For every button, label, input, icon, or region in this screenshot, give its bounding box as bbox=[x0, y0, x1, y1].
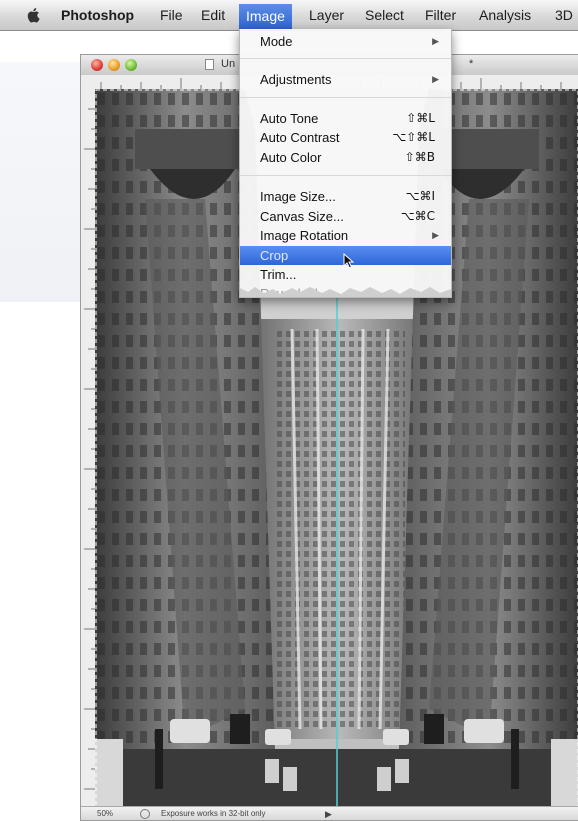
menu-bar: Photoshop File Edit Image Layer Select F… bbox=[0, 0, 578, 31]
menu-edit[interactable]: Edit bbox=[201, 7, 225, 27]
minimize-window-button[interactable] bbox=[108, 59, 120, 71]
triangle-right-icon: ▶ bbox=[432, 36, 439, 46]
menu-item-auto-color[interactable]: Auto Color ⇧⌘B bbox=[240, 148, 451, 167]
triangle-right-icon: ▶ bbox=[432, 230, 439, 240]
menu-item-shortcut: ⇧⌘B bbox=[404, 150, 435, 164]
vertical-ruler[interactable] bbox=[81, 89, 96, 810]
menu-item-auto-tone[interactable]: Auto Tone ⇧⌘L bbox=[240, 109, 451, 128]
menu-item-label: Adjustments bbox=[260, 72, 332, 87]
menu-item-shortcut: ⌥⇧⌘L bbox=[392, 130, 435, 144]
menu-item-adjustments[interactable]: Adjustments ▶ bbox=[240, 70, 451, 89]
menu-item-label: Mode bbox=[260, 34, 293, 49]
zoom-window-button[interactable] bbox=[125, 59, 137, 71]
arrow-cursor-icon bbox=[343, 253, 355, 269]
document-title: Un bbox=[221, 58, 236, 70]
menu-3d[interactable]: 3D bbox=[555, 7, 573, 27]
menu-item-mode[interactable]: Mode ▶ bbox=[240, 32, 451, 51]
menu-item-label: Auto Tone bbox=[260, 111, 319, 126]
document-icon bbox=[205, 59, 214, 70]
menu-separator bbox=[240, 175, 451, 176]
menu-separator bbox=[240, 58, 451, 59]
menu-analysis[interactable]: Analysis bbox=[479, 7, 531, 27]
menu-item-label: Auto Contrast bbox=[260, 130, 340, 145]
document-modified-indicator: * bbox=[469, 58, 474, 70]
ruler-ticks-left bbox=[84, 108, 95, 790]
info-circle-icon[interactable] bbox=[140, 809, 150, 819]
menu-image[interactable]: Image bbox=[239, 4, 292, 29]
menu-select[interactable]: Select bbox=[365, 7, 404, 27]
menu-layer[interactable]: Layer bbox=[309, 7, 344, 27]
triangle-right-icon: ▶ bbox=[432, 74, 439, 84]
menu-filter[interactable]: Filter bbox=[425, 7, 456, 27]
menu-item-shortcut: ⌥⌘C bbox=[400, 209, 435, 223]
close-window-button[interactable] bbox=[91, 59, 103, 71]
menu-item-shortcut: ⇧⌘L bbox=[406, 111, 435, 125]
menu-item-image-rotation[interactable]: Image Rotation ▶ bbox=[240, 226, 451, 245]
menu-item-label: Image Rotation bbox=[260, 228, 349, 243]
zoom-level[interactable]: 50% bbox=[97, 807, 113, 820]
menu-item-auto-contrast[interactable]: Auto Contrast ⌥⇧⌘L bbox=[240, 128, 451, 147]
apple-logo-icon[interactable] bbox=[26, 6, 42, 24]
menu-item-image-size[interactable]: Image Size... ⌥⌘I bbox=[240, 187, 451, 206]
status-info-text: Exposure works in 32-bit only bbox=[161, 809, 266, 818]
menu-file[interactable]: File bbox=[160, 7, 183, 27]
torn-edge bbox=[240, 287, 451, 297]
status-bar: 50% Exposure works in 32-bit only ▶ bbox=[81, 806, 578, 820]
menu-item-label: Trim... bbox=[260, 267, 297, 282]
menu-item-label: Auto Color bbox=[260, 150, 322, 165]
menu-item-label: Image Size... bbox=[260, 189, 336, 204]
menu-app-photoshop[interactable]: Photoshop bbox=[61, 7, 134, 27]
triangle-right-icon[interactable]: ▶ bbox=[325, 808, 332, 821]
menu-item-canvas-size[interactable]: Canvas Size... ⌥⌘C bbox=[240, 207, 451, 226]
menu-item-label: Crop bbox=[260, 248, 289, 263]
menu-separator bbox=[240, 97, 451, 98]
menu-item-shortcut: ⌥⌘I bbox=[405, 189, 435, 203]
menu-item-label: Canvas Size... bbox=[260, 209, 344, 224]
